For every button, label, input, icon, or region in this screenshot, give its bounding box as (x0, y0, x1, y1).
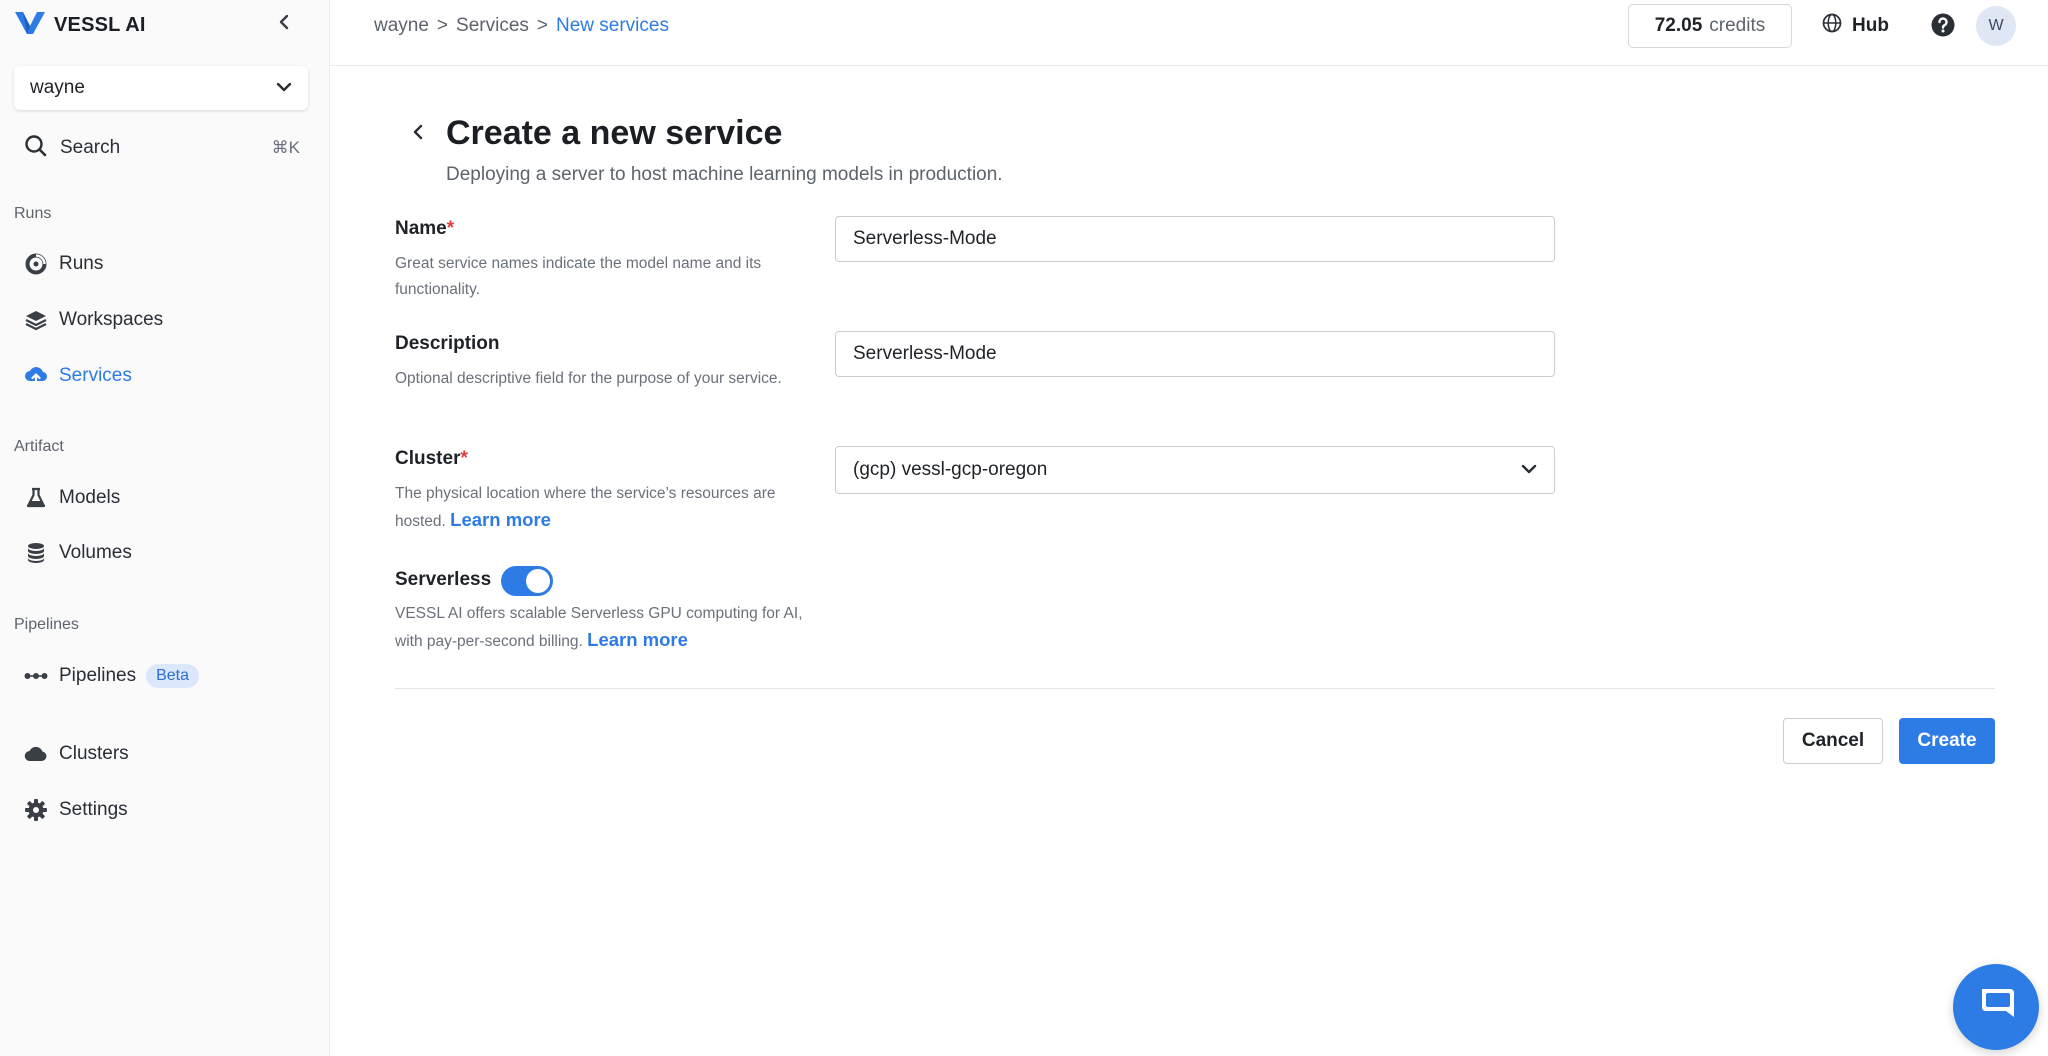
page-subtitle: Deploying a server to host machine learn… (446, 164, 1003, 185)
cluster-label: Cluster* (395, 448, 468, 470)
required-marker: * (446, 218, 455, 239)
org-selector[interactable]: wayne (14, 66, 308, 110)
cluster-label-text: Cluster (395, 448, 461, 469)
globe-icon (1822, 13, 1842, 39)
sidebar-item-workspaces[interactable]: Workspaces (24, 305, 163, 335)
sidebar-item-label: Pipelines (59, 665, 137, 686)
sidebar-item-label: Clusters (59, 743, 129, 764)
credits-unit: credits (1709, 15, 1766, 36)
required-marker: * (460, 448, 468, 469)
name-help: Great service names indicate the model n… (395, 255, 762, 298)
brand[interactable]: VESSL AI (14, 10, 146, 40)
serverless-toggle[interactable] (501, 566, 553, 596)
name-label: Name* (395, 218, 454, 240)
description-help: Optional descriptive field for the purpo… (395, 370, 782, 387)
sidebar-item-services[interactable]: Services (24, 361, 132, 391)
section-label-pipelines: Pipelines (14, 616, 79, 633)
org-name: wayne (30, 77, 85, 98)
sidebar: VESSL AI wayne Search ⌘K Runs Runs Works… (0, 0, 330, 1056)
vessl-logo-icon (14, 10, 46, 41)
create-button[interactable]: Create (1899, 718, 1995, 764)
hub-label: Hub (1852, 15, 1889, 36)
sidebar-item-label: Models (59, 487, 121, 508)
cancel-button[interactable]: Cancel (1783, 718, 1883, 764)
sidebar-item-clusters[interactable]: Clusters (24, 739, 129, 769)
serverless-learn-more-link[interactable]: Learn more (587, 629, 688, 650)
layers-icon (24, 308, 48, 332)
gear-icon (24, 798, 48, 822)
help-icon (1930, 13, 1956, 42)
cloud-icon (24, 742, 48, 766)
chat-button[interactable] (1953, 964, 2039, 1050)
search-shortcut: ⌘K (271, 138, 300, 157)
flask-icon (24, 486, 48, 510)
form-divider (395, 688, 1995, 689)
brand-name: VESSL AI (54, 13, 146, 36)
sidebar-search[interactable]: Search ⌘K (24, 134, 300, 162)
section-label-runs: Runs (14, 205, 52, 222)
top-bar: wayne > Services > New services 72.05 cr… (330, 0, 2048, 66)
help-button[interactable] (1930, 12, 1956, 38)
breadcrumb-org[interactable]: wayne (374, 15, 429, 37)
sidebar-item-pipelines[interactable]: Pipelines Beta (24, 661, 200, 691)
description-label: Description (395, 333, 500, 354)
sidebar-item-models[interactable]: Models (24, 483, 120, 513)
sidebar-item-volumes[interactable]: Volumes (24, 538, 132, 568)
collapse-sidebar-button[interactable] (272, 12, 296, 36)
sidebar-item-settings[interactable]: Settings (24, 795, 128, 825)
chevron-left-icon (412, 124, 424, 145)
description-input[interactable] (835, 331, 1555, 377)
credits-value: 72.05 (1654, 15, 1703, 36)
sidebar-item-label: Services (59, 365, 132, 386)
chevron-down-icon (276, 77, 292, 99)
breadcrumb-current: New services (556, 15, 669, 36)
search-icon (24, 134, 48, 163)
breadcrumb-separator: > (436, 15, 449, 36)
chat-icon (1974, 983, 2018, 1032)
search-label: Search (60, 137, 121, 158)
breadcrumb-services[interactable]: Services (456, 15, 529, 37)
serverless-help: VESSL AI offers scalable Serverless GPU … (395, 601, 805, 655)
cluster-value: (gcp) vessl-gcp-oregon (853, 459, 1048, 480)
beta-badge: Beta (146, 664, 200, 688)
section-label-artifact: Artifact (14, 438, 64, 455)
serverless-label: Serverless (395, 569, 492, 590)
sidebar-item-label: Volumes (59, 542, 132, 563)
chevron-left-icon (277, 14, 291, 35)
sidebar-item-runs[interactable]: Runs (24, 249, 103, 279)
chevron-down-icon (1521, 459, 1537, 481)
breadcrumb: wayne > Services > New services (374, 14, 669, 38)
breadcrumb-separator: > (536, 15, 548, 36)
name-label-text: Name (395, 218, 447, 239)
credits-button[interactable]: 72.05 credits (1628, 4, 1792, 48)
back-button[interactable] (406, 122, 430, 146)
sidebar-item-label: Settings (59, 799, 128, 820)
hub-button[interactable]: Hub (1822, 12, 1889, 40)
sidebar-item-label: Workspaces (59, 309, 164, 330)
page-title: Create a new service (446, 114, 783, 152)
runs-icon (24, 252, 48, 276)
toggle-knob (526, 569, 550, 593)
name-input[interactable] (835, 216, 1555, 262)
cloud-upload-icon (24, 364, 48, 388)
database-icon (24, 541, 48, 565)
sidebar-item-label: Runs (59, 253, 104, 274)
pipeline-dots-icon (24, 664, 48, 688)
avatar[interactable]: W (1976, 6, 2016, 46)
cluster-select[interactable]: (gcp) vessl-gcp-oregon (835, 446, 1555, 494)
cluster-learn-more-link[interactable]: Learn more (450, 509, 551, 530)
cluster-help: The physical location where the service’… (395, 481, 805, 535)
